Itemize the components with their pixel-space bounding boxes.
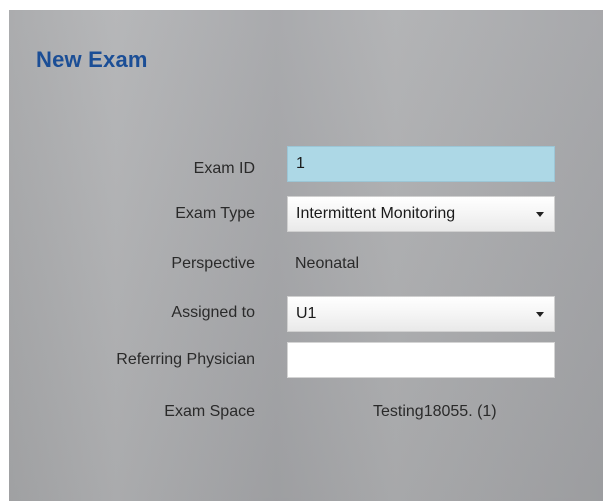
exam-id-label: Exam ID <box>193 160 255 177</box>
referring-physician-field[interactable] <box>287 342 555 378</box>
assigned-to-value: U1 <box>296 305 317 322</box>
chevron-down-icon <box>536 311 544 317</box>
referring-physician-label: Referring Physician <box>116 351 255 368</box>
new-exam-panel: New Exam Exam ID 1 Exam Type Intermitten… <box>9 10 603 501</box>
exam-type-label: Exam Type <box>175 205 255 222</box>
assigned-to-dropdown[interactable]: U1 <box>287 296 555 332</box>
exam-space-label: Exam Space <box>164 403 255 420</box>
perspective-value: Neonatal <box>295 255 360 272</box>
exam-type-value: Intermittent Monitoring <box>296 205 456 222</box>
exam-id-field[interactable]: 1 <box>287 146 555 182</box>
assigned-to-label: Assigned to <box>171 304 255 321</box>
exam-type-dropdown[interactable]: Intermittent Monitoring <box>287 196 555 232</box>
page-title: New Exam <box>36 47 148 72</box>
chevron-down-icon <box>536 211 544 217</box>
exam-id-value: 1 <box>296 155 305 172</box>
perspective-label: Perspective <box>171 255 255 272</box>
exam-space-value: Testing18055. (1) <box>373 403 497 420</box>
